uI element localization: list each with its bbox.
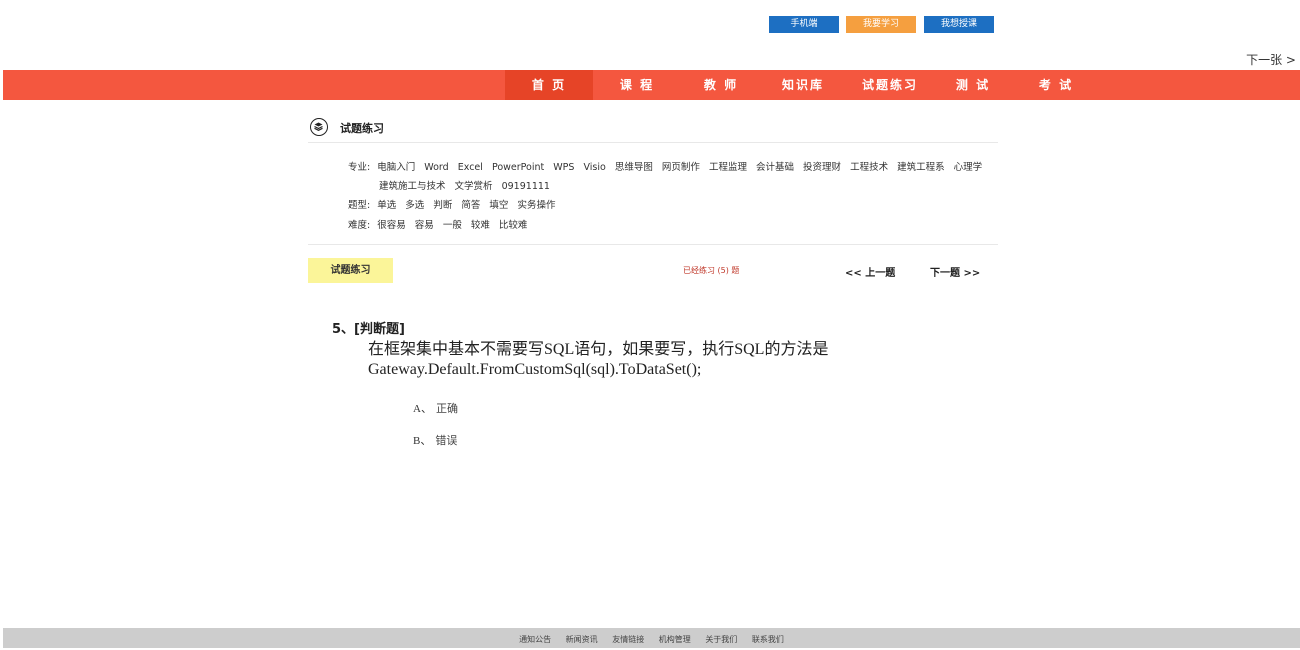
layers-icon (310, 118, 328, 136)
major-option[interactable]: 文学赏析 (455, 181, 493, 192)
major-option[interactable]: 会计基础 (756, 162, 794, 173)
major-option[interactable]: PowerPoint (492, 162, 544, 173)
difficulty-option[interactable]: 比较难 (499, 220, 528, 231)
mobile-button[interactable]: 手机端 (769, 16, 839, 33)
difficulty-option[interactable]: 容易 (415, 220, 434, 231)
practiced-count: 已经练习 (5) 题 (683, 266, 740, 275)
footer-link[interactable]: 联系我们 (752, 635, 784, 644)
want-to-learn-button[interactable]: 我要学习 (846, 16, 916, 33)
nav-item-test[interactable]: 测 试 (933, 70, 1013, 100)
major-option[interactable]: 09191111 (502, 181, 550, 192)
footer-link[interactable]: 友情链接 (612, 635, 644, 644)
section-header: 试题练习 (308, 116, 998, 143)
major-filter-row-2: 建筑施工与技术 文学赏析 09191111 (379, 178, 556, 192)
major-filter-row: 专业: 电脑入门 Word Excel PowerPoint WPS Visio… (348, 159, 988, 173)
type-filter-row: 题型: 单选 多选 判断 简答 填空 实务操作 (348, 197, 561, 211)
major-option[interactable]: 建筑施工与技术 (379, 181, 446, 192)
major-option[interactable]: 网页制作 (662, 162, 700, 173)
option-key: A、 (413, 403, 432, 415)
question-text-line: Gateway.Default.FromCustomSql(sql).ToDat… (368, 361, 702, 378)
question-text: 在框架集中基本不需要写SQL语句，如果要写，执行SQL的方法是 Gateway.… (368, 340, 928, 380)
major-option[interactable]: 工程技术 (850, 162, 888, 173)
major-option[interactable]: 工程监理 (709, 162, 747, 173)
footer-link[interactable]: 通知公告 (519, 635, 551, 644)
option-text: 正确 (435, 403, 458, 415)
nav-item-knowledge[interactable]: 知识库 (763, 70, 843, 100)
section-title: 试题练习 (340, 122, 384, 135)
difficulty-option[interactable]: 一般 (443, 220, 462, 231)
type-label: 题型: (348, 200, 371, 211)
major-option[interactable]: WPS (553, 162, 574, 173)
major-option[interactable]: Visio (583, 162, 605, 173)
option-text: 错误 (435, 435, 458, 447)
previous-question-button[interactable]: << 上一题 (845, 264, 895, 279)
footer-link[interactable]: 机构管理 (659, 635, 691, 644)
footer-link[interactable]: 新闻资讯 (566, 635, 598, 644)
footer-link[interactable]: 关于我们 (705, 635, 737, 644)
nav-item-exam[interactable]: 考 试 (1016, 70, 1096, 100)
type-option[interactable]: 实务操作 (517, 200, 555, 211)
footer: 通知公告 新闻资讯 友情链接 机构管理 关于我们 联系我们 (3, 628, 1300, 648)
question-text-line: 在框架集中基本不需要写SQL语句，如果要写，执行SQL的方法是 (368, 341, 829, 358)
answer-option-b[interactable]: B、 错误 (413, 432, 457, 448)
type-option[interactable]: 填空 (489, 200, 508, 211)
major-option[interactable]: 电脑入门 (377, 162, 415, 173)
type-option[interactable]: 单选 (377, 200, 396, 211)
major-label: 专业: (348, 162, 371, 173)
option-key: B、 (413, 435, 432, 447)
difficulty-filter-row: 难度: 很容易 容易 一般 较难 比较难 (348, 217, 533, 231)
type-option[interactable]: 简答 (461, 200, 480, 211)
next-question-button[interactable]: 下一题 >> (930, 264, 980, 279)
nav-item-home[interactable]: 首 页 (505, 70, 593, 100)
major-option[interactable]: Word (424, 162, 448, 173)
major-option[interactable]: Excel (458, 162, 483, 173)
nav-item-practice[interactable]: 试题练习 (846, 70, 934, 100)
major-option[interactable]: 思维导图 (615, 162, 653, 173)
type-option[interactable]: 判断 (433, 200, 452, 211)
main-nav: 首 页 课 程 教 师 知识库 试题练习 测 试 考 试 (3, 70, 1300, 100)
major-option[interactable]: 心理学 (954, 162, 983, 173)
major-option[interactable]: 建筑工程系 (897, 162, 945, 173)
major-option[interactable]: 投资理财 (803, 162, 841, 173)
next-picture-button[interactable]: 下一张 > (1242, 50, 1300, 70)
difficulty-label: 难度: (348, 220, 371, 231)
nav-item-courses[interactable]: 课 程 (597, 70, 677, 100)
difficulty-option[interactable]: 较难 (471, 220, 490, 231)
practice-tab[interactable]: 试题练习 (308, 258, 393, 283)
difficulty-option[interactable]: 很容易 (377, 220, 406, 231)
divider (308, 244, 998, 245)
type-option[interactable]: 多选 (405, 200, 424, 211)
footer-links: 通知公告 新闻资讯 友情链接 机构管理 关于我们 联系我们 (513, 631, 790, 649)
answer-option-a[interactable]: A、 正确 (413, 400, 458, 416)
want-to-teach-button[interactable]: 我想授课 (924, 16, 994, 33)
nav-item-teachers[interactable]: 教 师 (681, 70, 761, 100)
question-header: 5、[判断题] (332, 322, 405, 337)
